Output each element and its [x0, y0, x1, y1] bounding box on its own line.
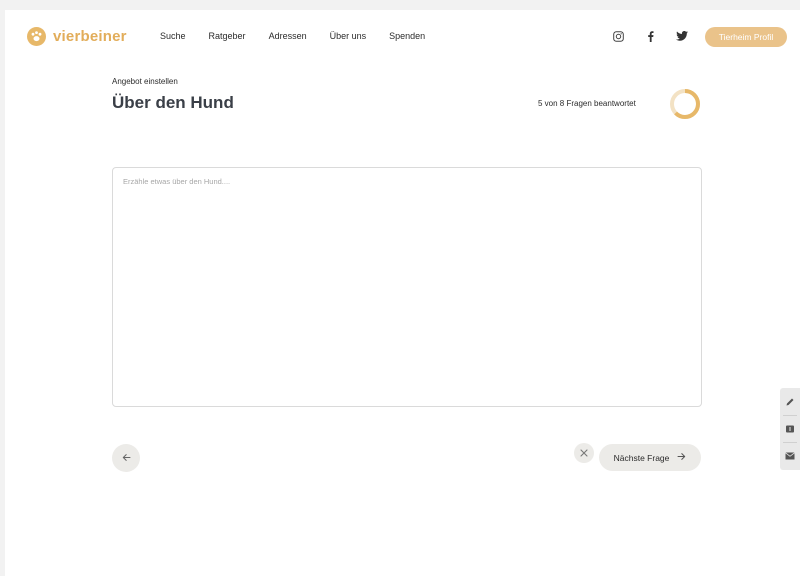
facebook-icon[interactable] — [641, 28, 659, 44]
social-links — [609, 28, 691, 44]
pencil-icon[interactable] — [784, 396, 796, 408]
nav-item-spenden[interactable]: Spenden — [389, 31, 425, 41]
paw-icon — [27, 27, 46, 46]
tierheim-profile-button[interactable]: Tierheim Profil — [705, 27, 787, 47]
page-title: Über den Hund — [112, 93, 234, 112]
close-button[interactable] — [574, 443, 594, 463]
twitter-icon[interactable] — [673, 28, 691, 44]
mail-icon[interactable] — [784, 450, 796, 462]
instagram-icon[interactable] — [609, 28, 627, 44]
info-icon[interactable] — [784, 423, 796, 435]
answer-textarea[interactable] — [112, 167, 702, 407]
page: vierbeiner Suche Ratgeber Adressen Über … — [5, 10, 800, 576]
next-question-label: Nächste Frage — [613, 452, 670, 463]
side-divider — [783, 442, 797, 444]
nav-item-ueber-uns[interactable]: Über uns — [330, 31, 367, 41]
nav-item-ratgeber[interactable]: Ratgeber — [209, 31, 246, 41]
brand-name: vierbeiner — [53, 28, 127, 45]
side-divider — [783, 414, 797, 416]
arrow-right-icon — [677, 452, 686, 463]
section-eyebrow: Angebot einstellen — [112, 77, 178, 86]
arrow-left-icon — [122, 449, 131, 467]
progress-text: 5 von 8 Fragen beantwortet — [538, 99, 636, 108]
nav-item-suche[interactable]: Suche — [160, 31, 186, 41]
back-button[interactable] — [112, 444, 140, 472]
nav-item-adressen[interactable]: Adressen — [269, 31, 307, 41]
side-tab — [780, 388, 800, 470]
header: vierbeiner Suche Ratgeber Adressen Über … — [5, 10, 800, 64]
main-nav: Suche Ratgeber Adressen Über uns Spenden — [160, 31, 448, 41]
progress-ring — [670, 89, 700, 119]
next-question-button[interactable]: Nächste Frage — [599, 444, 701, 471]
close-icon — [580, 444, 588, 462]
logo[interactable]: vierbeiner — [27, 27, 127, 46]
